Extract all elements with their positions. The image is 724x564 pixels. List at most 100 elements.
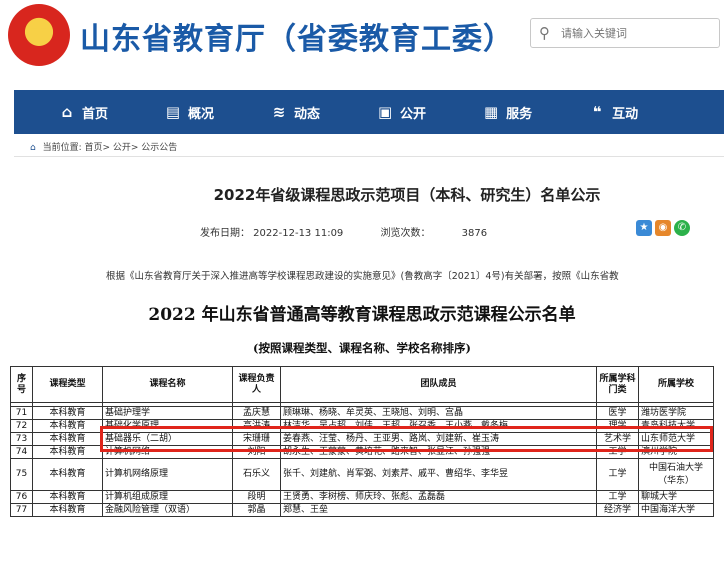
cell-discipline: 工学 (596, 490, 639, 504)
cell-course: 基础器乐（二胡） (102, 432, 233, 446)
document-subtitle: (按照课程类型、课程名称、学校名称排序) (253, 341, 471, 355)
search-input[interactable] (561, 23, 711, 43)
cell-type: 本科教育 (32, 419, 103, 433)
open-icon: ▣ (377, 103, 393, 121)
cell-index: 72 (10, 419, 33, 433)
cell-course: 金融风险管理（双语） (102, 503, 233, 517)
cell-discipline: 艺术学 (596, 432, 639, 446)
main-nav: ⌂ 首页 ▤ 概况 ≋ 动态 ▣ 公开 ▦ 服务 ❝ 互动 (14, 90, 724, 134)
wechat-share-icon[interactable]: ✆ (674, 220, 690, 236)
col-header: 课程负责人 (232, 366, 281, 403)
cell-school: 山东师范大学 (638, 432, 714, 446)
breadcrumb-text[interactable]: 当前位置: 首页> 公开> 公示公告 (43, 143, 178, 153)
cell-leader: 孟庆慧 (232, 406, 281, 420)
breadcrumb: ⌂ 当前位置: 首页> 公开> 公示公告 (30, 140, 177, 153)
views-count: 3876 (461, 228, 488, 239)
cell-index: 77 (10, 503, 33, 517)
col-header: 所属学校 (638, 366, 714, 403)
cell-discipline: 工学 (596, 445, 639, 459)
cell-school: 聊城大学 (638, 490, 714, 504)
nav-item-open[interactable]: ▣ 公开 (376, 103, 426, 122)
cell-members: 胡永生、王蒙蒙、黄培花、路来智、张显江、孙强强 (280, 445, 597, 459)
nav-item-service[interactable]: ▦ 服务 (482, 103, 532, 122)
nav-item-home[interactable]: ⌂ 首页 (58, 103, 108, 122)
cell-members: 王贤勇、李树榜、师庆玲、张彪、孟磊磊 (280, 490, 597, 504)
cell-members: 姜春燕、汪莹、杨丹、王亚男、路岚、刘建新、崔玉涛 (280, 432, 597, 446)
share-bar: ★ ◉ ✆ (636, 220, 690, 236)
qzone-share-icon[interactable]: ★ (636, 220, 652, 236)
search-icon[interactable]: ⚲ (539, 24, 550, 42)
cell-leader: 段明 (232, 490, 281, 504)
cell-members: 张千、刘建航、肖军弼、刘素芹、戚平、曹绍华、李华昱 (280, 458, 597, 491)
cell-course: 计算机网络 (102, 445, 233, 459)
nav-item-news[interactable]: ≋ 动态 (270, 103, 320, 122)
site-header: ★ 山东省教育厅（省委教育工委） ⚲ (0, 0, 724, 70)
cell-type: 本科教育 (32, 445, 103, 459)
cell-leader: 郭晶 (232, 503, 281, 517)
site-title[interactable]: 山东省教育厅（省委教育工委） (80, 14, 514, 58)
cell-type: 本科教育 (32, 458, 103, 491)
cell-leader: 石乐义 (232, 458, 281, 491)
home-icon: ⌂ (61, 103, 73, 121)
cell-leader: 宋珊珊 (232, 432, 281, 446)
cell-course: 基础护理学 (102, 406, 233, 420)
cell-members: 林洁华、吴占超、刘佳、王超、张召香、王小燕、戴冬梅 (280, 419, 597, 433)
nav-label: 互动 (612, 106, 639, 122)
cell-school: 青岛科技大学 (638, 419, 714, 433)
overview-icon: ▤ (165, 103, 181, 121)
cell-members: 顾琳琳、杨晓、牟灵英、王晓旭、刘明、宫晶 (280, 406, 597, 420)
nav-label: 概况 (188, 106, 215, 122)
cell-discipline: 经济学 (596, 503, 639, 517)
document-title: 2022 年山东省普通高等教育课程思政示范课程公示名单 (148, 305, 576, 325)
cell-leader: 高洪涛 (232, 419, 281, 433)
nav-label: 首页 (82, 106, 109, 122)
nav-item-overview[interactable]: ▤ 概况 (164, 103, 214, 122)
course-table: 序号 课程类型 课程名称 课程负责人 团队成员 所属学科门类 所属学校 71 本… (10, 366, 714, 517)
news-icon: ≋ (272, 103, 286, 121)
cell-course: 基础化学原理 (102, 419, 233, 433)
table-row: 76 本科教育 计算机组成原理 段明 王贤勇、李树榜、师庆玲、张彪、孟磊磊 工学… (10, 490, 714, 504)
cell-index: 74 (10, 445, 33, 459)
cell-course: 计算机组成原理 (102, 490, 233, 504)
article-meta: 发布日期： 2022-12-13 11:09 浏览次数： 3876 (200, 224, 497, 239)
weibo-share-icon[interactable]: ◉ (655, 220, 671, 236)
nav-item-interact[interactable]: ❝ 互动 (588, 103, 638, 122)
cell-course: 计算机网络原理 (102, 458, 233, 491)
home-icon: ⌂ (30, 143, 36, 153)
table-row: 71 本科教育 基础护理学 孟庆慧 顾琳琳、杨晓、牟灵英、王晓旭、刘明、宫晶 医… (10, 406, 714, 420)
nav-label: 动态 (294, 106, 321, 122)
cell-type: 本科教育 (32, 503, 103, 517)
table-row: 74 本科教育 计算机网络 刘阳 胡永生、王蒙蒙、黄培花、路来智、张显江、孙强强… (10, 445, 714, 459)
nav-label: 服务 (506, 106, 533, 122)
cell-members: 郑慧、王垒 (280, 503, 597, 517)
col-header: 课程类型 (32, 366, 103, 403)
nav-label: 公开 (400, 106, 427, 122)
cell-type: 本科教育 (32, 432, 103, 446)
article-title: 2022年省级课程思政示范项目（本科、研究生）名单公示 (213, 186, 601, 204)
cell-index: 75 (10, 458, 33, 491)
national-emblem-icon: ★ (8, 4, 70, 66)
table-row: 73 本科教育 基础器乐（二胡） 宋珊珊 姜春燕、汪莹、杨丹、王亚男、路岚、刘建… (10, 432, 714, 446)
cell-discipline: 工学 (596, 458, 639, 491)
article-intro: 根据《山东省教育厅关于深入推进高等学校课程思政建设的实施意见》(鲁教高字〔202… (106, 271, 619, 282)
cell-school: 潍坊医学院 (638, 406, 714, 420)
table-row: 75 本科教育 计算机网络原理 石乐义 张千、刘建航、肖军弼、刘素芹、戚平、曹绍… (10, 458, 714, 491)
cell-school: 中国海洋大学 (638, 503, 714, 517)
cell-type: 本科教育 (32, 490, 103, 504)
service-icon: ▦ (483, 103, 499, 121)
cell-index: 76 (10, 490, 33, 504)
table-row: 72 本科教育 基础化学原理 高洪涛 林洁华、吴占超、刘佳、王超、张召香、王小燕… (10, 419, 714, 433)
divider (14, 156, 724, 157)
views-label: 浏览次数： (380, 228, 431, 239)
table-row: 77 本科教育 金融风险管理（双语） 郭晶 郑慧、王垒 经济学 中国海洋大学 (10, 503, 714, 517)
cell-type: 本科教育 (32, 406, 103, 420)
col-header: 序号 (10, 366, 33, 403)
search-box[interactable]: ⚲ (530, 18, 720, 48)
col-header: 课程名称 (102, 366, 233, 403)
cell-school: 中国石油大学（华东） (638, 458, 714, 491)
cell-index: 71 (10, 406, 33, 420)
col-header: 团队成员 (280, 366, 597, 403)
cell-leader: 刘阳 (232, 445, 281, 459)
cell-discipline: 医学 (596, 406, 639, 420)
table-header-row: 序号 课程类型 课程名称 课程负责人 团队成员 所属学科门类 所属学校 (10, 366, 714, 403)
